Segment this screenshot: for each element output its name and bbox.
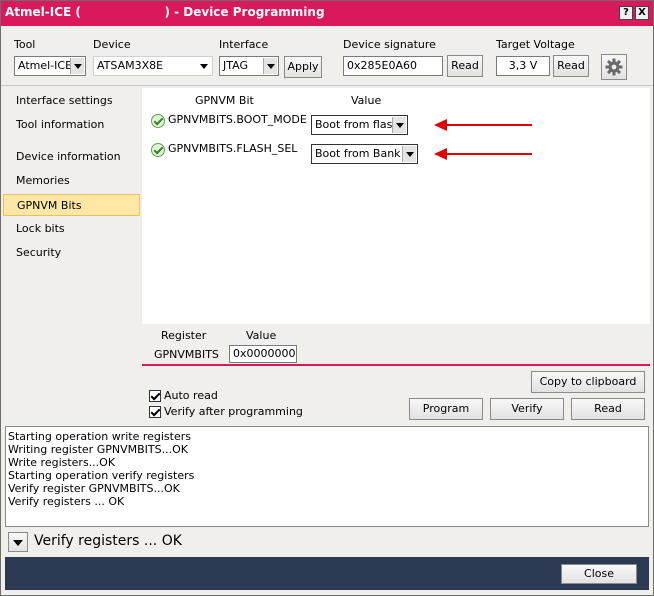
gpnvm-row-name: GPNVMBITS.FLASH_SEL — [168, 142, 298, 155]
register-column-header: Register — [161, 329, 207, 342]
sidebar-item-lock-bits[interactable]: Lock bits — [3, 218, 140, 240]
chevron-down-icon — [197, 58, 211, 74]
target-voltage-label: Target Voltage — [496, 38, 575, 51]
device-signature-label: Device signature — [343, 38, 436, 51]
log-line: Writing register GPNVMBITS...OK — [8, 443, 188, 456]
register-panel: Register Value GPNVMBITS 0x00000002 — [142, 324, 650, 366]
log-line: Write registers...OK — [8, 456, 116, 469]
status-text: Verify registers ... OK — [34, 533, 182, 549]
interface-label: Interface — [219, 38, 269, 51]
sidebar-item-tool-information[interactable]: Tool information — [3, 114, 140, 136]
boot-mode-value: Boot from flash — [315, 118, 400, 131]
help-button[interactable]: ? — [619, 6, 633, 20]
settings-button[interactable] — [601, 54, 627, 80]
gpnvm-row-name: GPNVMBITS.BOOT_MODE — [168, 113, 307, 126]
read-button[interactable]: Read — [571, 398, 645, 420]
log-line: Verify registers ... OK — [8, 495, 125, 508]
register-value-column-header: Value — [246, 329, 277, 342]
sidebar-item-memories[interactable]: Memories — [3, 170, 140, 192]
red-arrow-annotation — [434, 148, 532, 160]
device-select-value: ATSAM3X8E — [97, 59, 164, 72]
gpnvm-panel: GPNVM Bit Value GPNVMBITS.BOOT_MODE Boot… — [142, 88, 650, 324]
target-voltage-field[interactable]: 3,3 V — [496, 56, 550, 76]
close-button[interactable]: Close — [561, 564, 637, 584]
red-arrow-annotation — [434, 119, 532, 131]
sidebar-item-gpnvm-bits[interactable]: GPNVM Bits — [3, 194, 140, 216]
read-signature-button[interactable]: Read — [447, 55, 483, 77]
title-bar[interactable]: Atmel-ICE ( ) - Device Programming ? X — [1, 1, 653, 26]
chevron-down-icon — [13, 540, 23, 546]
footer-bar: Close — [5, 557, 649, 590]
apply-button[interactable]: Apply — [284, 56, 322, 78]
log-line: Starting operation write registers — [8, 430, 191, 443]
verify-button[interactable]: Verify — [490, 398, 564, 420]
flash-sel-value: Boot from Bank 0 — [315, 147, 412, 160]
check-icon — [151, 143, 165, 157]
chevron-down-icon — [263, 58, 277, 74]
toolbar-divider — [1, 85, 653, 86]
read-voltage-button[interactable]: Read — [553, 55, 589, 77]
status-bar: Verify registers ... OK — [5, 529, 649, 555]
tool-label: Tool — [14, 38, 36, 51]
sidebar: Interface settings Tool information Devi… — [3, 88, 140, 423]
device-signature-field[interactable]: 0x285E0A60 — [343, 56, 443, 76]
interface-select[interactable]: JTAG — [219, 56, 279, 76]
device-select[interactable]: ATSAM3X8E — [93, 56, 213, 76]
expand-log-button[interactable] — [8, 532, 28, 552]
gear-icon — [605, 58, 623, 76]
verify-after-programming-label: Verify after programming — [164, 405, 303, 418]
interface-select-value: JTAG — [223, 59, 248, 72]
register-value-field[interactable]: 0x00000002 — [229, 345, 297, 363]
device-label: Device — [93, 38, 131, 51]
chevron-down-icon — [70, 58, 84, 74]
boot-mode-select[interactable]: Boot from flash — [311, 115, 408, 135]
sidebar-item-device-information[interactable]: Device information — [3, 146, 140, 168]
chevron-down-icon — [392, 117, 406, 133]
window-close-button[interactable]: X — [635, 6, 649, 20]
tool-select[interactable]: Atmel-ICE — [14, 56, 86, 76]
value-column-header: Value — [351, 94, 382, 107]
copy-to-clipboard-button[interactable]: Copy to clipboard — [531, 371, 645, 393]
auto-read-label: Auto read — [164, 389, 218, 402]
sidebar-item-interface-settings[interactable]: Interface settings — [3, 90, 140, 112]
check-icon — [151, 114, 165, 128]
device-programming-window: Atmel-ICE ( ) - Device Programming ? X T… — [0, 0, 654, 596]
chevron-down-icon — [402, 146, 416, 162]
tool-select-value: Atmel-ICE — [18, 59, 73, 72]
register-name: GPNVMBITS — [154, 348, 219, 361]
log-output[interactable]: Starting operation write registers Writi… — [5, 426, 649, 527]
auto-read-checkbox[interactable] — [149, 390, 161, 402]
log-line: Verify register GPNVMBITS...OK — [8, 482, 180, 495]
sidebar-item-security[interactable]: Security — [3, 242, 140, 264]
window-title: Atmel-ICE ( ) - Device Programming — [5, 5, 325, 19]
gpnvm-bit-column-header: GPNVM Bit — [195, 94, 254, 107]
program-button[interactable]: Program — [409, 398, 483, 420]
log-line: Starting operation verify registers — [8, 469, 195, 482]
verify-after-programming-checkbox[interactable] — [149, 406, 161, 418]
flash-sel-select[interactable]: Boot from Bank 0 — [311, 144, 418, 164]
